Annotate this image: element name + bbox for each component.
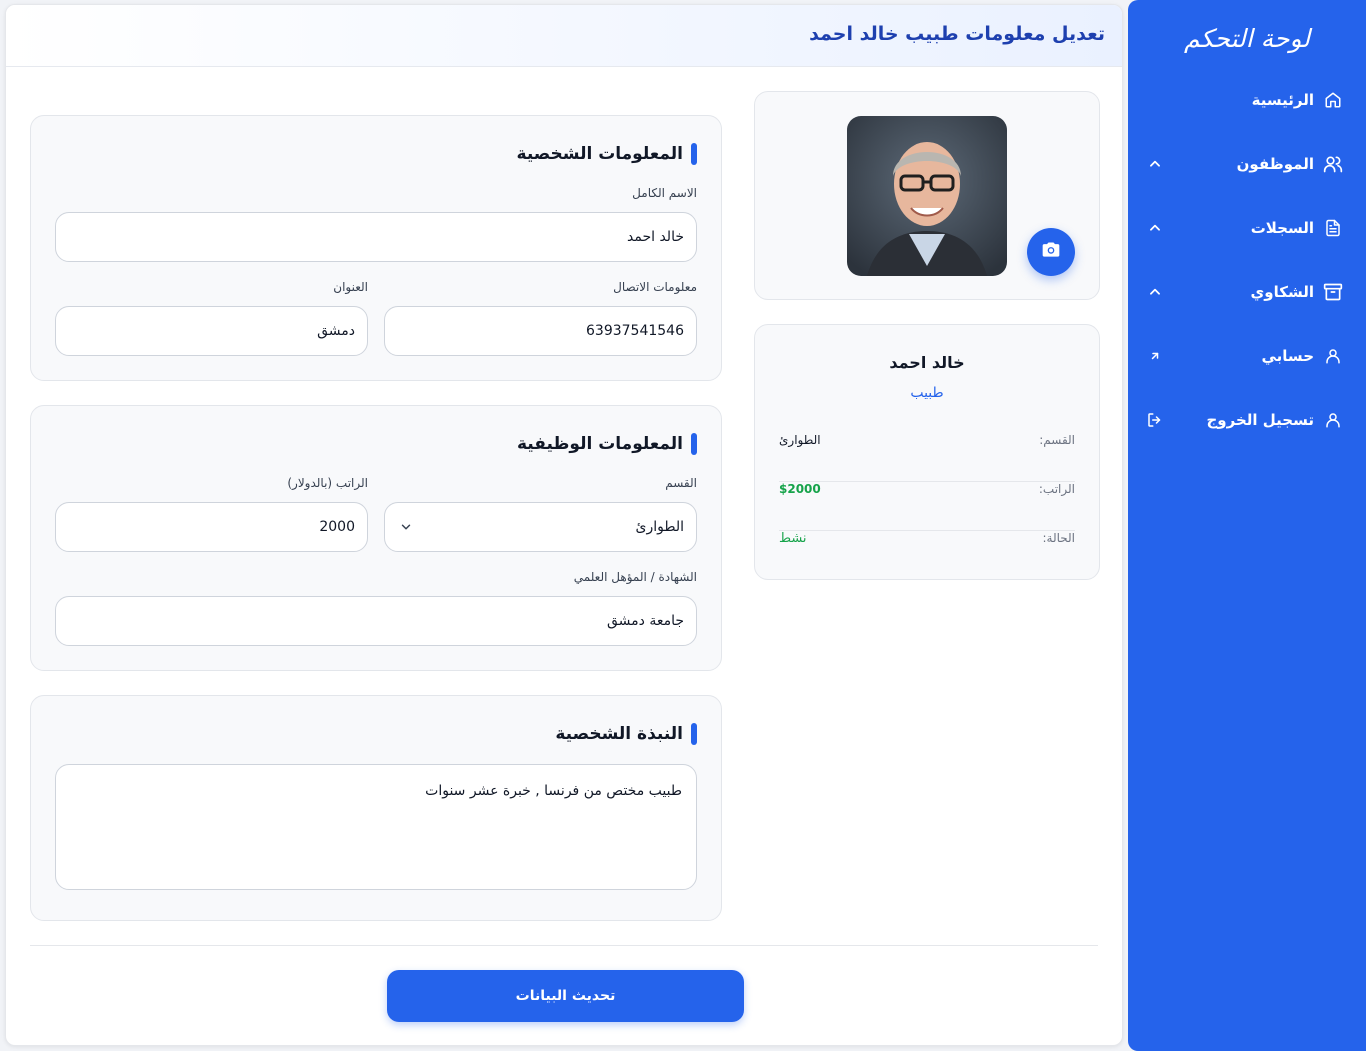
section-title: النبذة الشخصية bbox=[555, 724, 683, 744]
main-panel: تعديل معلومات طبيب خالد احمد خالد احمد ط… bbox=[5, 4, 1123, 1046]
bio-card: النبذة الشخصية طبيب مختص من فرنسا , خبرة… bbox=[30, 695, 722, 921]
archive-icon bbox=[1322, 281, 1344, 303]
full-name-label: الاسم الكامل bbox=[632, 186, 697, 200]
update-button[interactable]: تحديث البيانات bbox=[387, 970, 744, 1022]
department-label: القسم bbox=[665, 476, 697, 490]
sidebar-title: لوحة التحكم bbox=[1183, 24, 1311, 53]
section-title: المعلومات الوظيفية bbox=[516, 434, 683, 454]
divider bbox=[30, 945, 1098, 946]
user-icon bbox=[1322, 345, 1344, 367]
external-link-icon[interactable] bbox=[1144, 345, 1166, 367]
info-value: $2000 bbox=[779, 482, 821, 496]
sidebar-item-label: حسابي bbox=[1261, 347, 1314, 365]
chevron-up-icon[interactable] bbox=[1144, 281, 1166, 303]
chevron-down-icon bbox=[401, 524, 411, 530]
chevron-up-icon[interactable] bbox=[1144, 153, 1166, 175]
sidebar-item-label: السجلات bbox=[1250, 219, 1314, 237]
info-value: الطوارئ bbox=[779, 433, 821, 447]
degree-field[interactable]: جامعة دمشق bbox=[55, 596, 697, 646]
chevron-up-icon[interactable] bbox=[1144, 217, 1166, 239]
sidebar-item-logout[interactable]: تسجيل الخروج bbox=[1128, 400, 1366, 440]
contact-label: معلومات الاتصال bbox=[613, 280, 697, 294]
sidebar-item-complaints[interactable]: الشكاوي bbox=[1128, 272, 1366, 312]
bio-textarea[interactable]: طبيب مختص من فرنسا , خبرة عشر سنوات bbox=[55, 764, 697, 890]
page-title: تعديل معلومات طبيب خالد احمد bbox=[809, 23, 1105, 45]
info-key: الحالة: bbox=[1042, 531, 1075, 545]
sidebar-item-account[interactable]: حسابي bbox=[1128, 336, 1366, 376]
degree-label: الشهادة / المؤهل العلمي bbox=[573, 570, 697, 584]
department-select[interactable]: الطوارئ bbox=[384, 502, 697, 552]
sidebar: لوحة التحكم الرئيسية الموظفون السجلات ال… bbox=[1128, 0, 1366, 1051]
department-value: الطوارئ bbox=[635, 519, 684, 535]
sidebar-item-label: الرئيسية bbox=[1251, 91, 1314, 109]
job-info-card: المعلومات الوظيفية القسم الطوارئ الراتب … bbox=[30, 405, 722, 671]
logout-icon[interactable] bbox=[1144, 409, 1166, 431]
personal-info-card: المعلومات الشخصية الاسم الكامل خالد احمد… bbox=[30, 115, 722, 381]
info-row-status: الحالة: نشط bbox=[779, 531, 1075, 580]
section-accent-bar bbox=[691, 723, 697, 745]
status-badge: نشط bbox=[779, 531, 807, 546]
sidebar-item-records[interactable]: السجلات bbox=[1128, 208, 1366, 248]
user-icon bbox=[1322, 409, 1344, 431]
change-photo-button[interactable] bbox=[1027, 228, 1075, 276]
info-row-salary: الراتب: $2000 bbox=[779, 482, 1075, 531]
address-label: العنوان bbox=[333, 280, 368, 294]
address-field[interactable]: دمشق bbox=[55, 306, 368, 356]
file-icon bbox=[1322, 217, 1344, 239]
salary-label: الراتب (بالدولار) bbox=[287, 476, 368, 490]
photo-card bbox=[754, 91, 1100, 300]
users-icon bbox=[1322, 153, 1344, 175]
profile-role: طبيب bbox=[910, 385, 944, 401]
section-accent-bar bbox=[691, 143, 697, 165]
sidebar-item-label: تسجيل الخروج bbox=[1206, 411, 1315, 429]
sidebar-item-label: الشكاوي bbox=[1250, 283, 1314, 301]
sidebar-item-employees[interactable]: الموظفون bbox=[1128, 144, 1366, 184]
info-row-department: القسم: الطوارئ bbox=[779, 433, 1075, 482]
info-key: الراتب: bbox=[1038, 482, 1075, 496]
page-header: تعديل معلومات طبيب خالد احمد bbox=[6, 5, 1122, 67]
contact-field[interactable]: 63937541546 bbox=[384, 306, 697, 356]
full-name-field[interactable]: خالد احمد bbox=[55, 212, 697, 262]
salary-field[interactable]: 2000 bbox=[55, 502, 368, 552]
sidebar-item-label: الموظفون bbox=[1236, 155, 1314, 173]
sidebar-item-home[interactable]: الرئيسية bbox=[1128, 80, 1366, 120]
profile-name: خالد احمد bbox=[889, 353, 965, 372]
profile-photo bbox=[847, 116, 1007, 276]
section-title: المعلومات الشخصية bbox=[516, 144, 683, 164]
profile-summary-card: خالد احمد طبيب القسم: الطوارئ الراتب: $2… bbox=[754, 324, 1100, 580]
info-key: القسم: bbox=[1039, 433, 1075, 447]
camera-icon bbox=[1041, 240, 1061, 264]
home-icon bbox=[1322, 89, 1344, 111]
section-accent-bar bbox=[691, 433, 697, 455]
